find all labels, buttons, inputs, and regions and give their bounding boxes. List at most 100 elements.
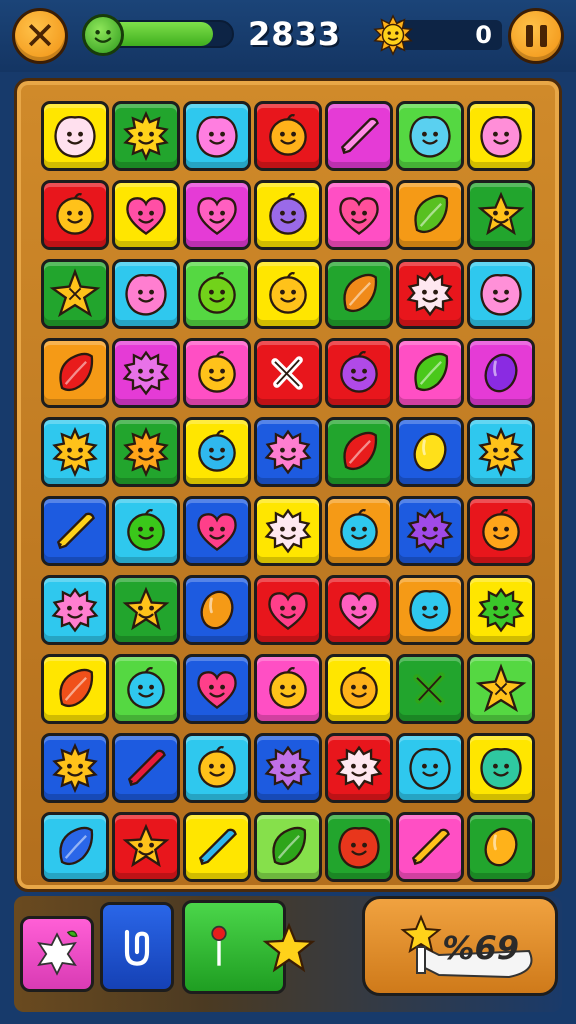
splat-face-icon [335,745,383,791]
tile-green[interactable] [467,812,535,882]
round-face-icon [340,666,378,709]
tile-lime[interactable] [112,654,180,724]
star-booster[interactable] [262,922,316,976]
star-icon [49,268,101,318]
tile-red[interactable] [325,338,393,408]
tile-yellow[interactable] [254,180,322,250]
heart-face-icon [197,671,237,709]
tile-lime[interactable] [183,259,251,329]
tile-lime[interactable] [467,654,535,724]
tile-pink[interactable] [254,654,322,724]
tile-blue[interactable] [254,733,322,803]
tile-blue[interactable] [396,496,464,566]
tile-pink[interactable] [396,812,464,882]
tile-yellow[interactable] [467,575,535,645]
tile-magenta[interactable] [112,338,180,408]
tile-yellow[interactable] [325,654,393,724]
tile-magenta[interactable] [183,180,251,250]
tile-green[interactable] [112,575,180,645]
tile-pink[interactable] [325,180,393,250]
tile-yellow[interactable] [41,101,109,171]
tile-yellow[interactable] [467,733,535,803]
tile-blue[interactable] [183,654,251,724]
crossed-icon [271,356,303,390]
round-face-icon [482,508,520,551]
tile-yellow[interactable] [112,180,180,250]
tile-lime[interactable] [396,101,464,171]
tile-cyan[interactable] [112,259,180,329]
tile-red[interactable] [254,101,322,171]
star-icon [475,663,527,713]
tile-green[interactable] [467,180,535,250]
tile-cyan[interactable] [112,496,180,566]
sun-face-icon [123,110,169,162]
tile-blue[interactable] [41,496,109,566]
tile-magenta[interactable] [467,338,535,408]
pause-button[interactable] [508,8,564,64]
tile-cyan[interactable] [41,417,109,487]
tile-cyan[interactable] [467,259,535,329]
crayon-icon [340,117,379,155]
egg-icon [484,827,518,867]
leaf-icon [272,826,307,866]
tile-lightgreen[interactable] [254,812,322,882]
tile-red[interactable] [325,733,393,803]
tile-blue[interactable] [183,575,251,645]
tile-green[interactable] [112,101,180,171]
round-face-icon [269,113,307,156]
tile-cyan[interactable] [396,733,464,803]
splat-face-icon [264,508,312,554]
tile-cyan[interactable] [183,733,251,803]
tile-blue[interactable] [396,417,464,487]
splat-face-icon [122,350,170,396]
tile-blue[interactable] [41,733,109,803]
magnet-booster-button[interactable] [100,902,174,992]
tile-red[interactable] [254,338,322,408]
reward-button[interactable]: %69 [362,896,558,996]
tile-yellow[interactable] [41,654,109,724]
round-face-icon [340,350,378,393]
tile-cyan[interactable] [41,575,109,645]
tile-cyan[interactable] [41,812,109,882]
tile-yellow[interactable] [467,101,535,171]
tile-yellow[interactable] [254,259,322,329]
tile-red[interactable] [41,180,109,250]
tile-green[interactable] [325,259,393,329]
tile-red[interactable] [396,259,464,329]
tile-red[interactable] [112,812,180,882]
tile-green[interactable] [41,259,109,329]
tile-yellow[interactable] [183,812,251,882]
tile-green[interactable] [396,654,464,724]
splat-face-icon [264,745,312,791]
game-board [14,78,562,892]
tile-red[interactable] [325,575,393,645]
flower-booster-button[interactable] [20,916,94,992]
tile-yellow[interactable] [254,496,322,566]
tile-cyan[interactable] [467,417,535,487]
leaf-icon [414,194,449,234]
tile-red[interactable] [254,575,322,645]
tile-orange[interactable] [396,575,464,645]
heart-face-icon [268,592,308,630]
tile-green[interactable] [325,417,393,487]
crayon-icon [56,512,95,550]
round-face-icon [269,271,307,314]
tile-blue[interactable] [254,417,322,487]
tile-green[interactable] [325,812,393,882]
round-face-icon [198,271,236,314]
tile-orange[interactable] [325,496,393,566]
tile-blue[interactable] [112,733,180,803]
tile-orange[interactable] [41,338,109,408]
tile-pink[interactable] [183,338,251,408]
tile-green[interactable] [112,417,180,487]
splat-face-icon [264,429,312,475]
tile-pink[interactable] [396,338,464,408]
tile-blue[interactable] [183,496,251,566]
tile-cyan[interactable] [183,101,251,171]
tile-magenta[interactable] [325,101,393,171]
tile-orange[interactable] [396,180,464,250]
close-button[interactable]: ✕ [12,8,68,64]
leaf-icon [59,352,94,392]
tile-red[interactable] [467,496,535,566]
tile-yellow[interactable] [183,417,251,487]
